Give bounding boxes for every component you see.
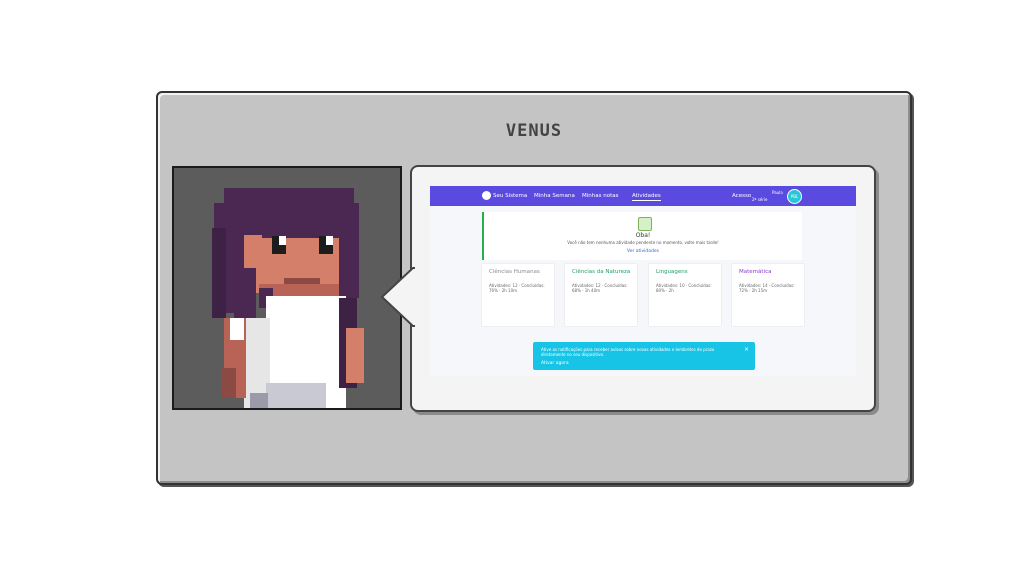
subject-card-ciencias-natureza[interactable]: Ciências da Natureza Atividades: 12 · Co… (565, 264, 637, 326)
nav-item-seu-sistema[interactable]: Seu Sistema (493, 193, 527, 199)
subject-title: Ciências da Natureza (572, 269, 631, 275)
nav-user-grade: 2ª série (752, 197, 768, 202)
pixel-character-sprite (212, 188, 364, 408)
checklist-icon (638, 217, 652, 231)
character-portrait (172, 166, 402, 410)
subject-card-linguagens[interactable]: Linguagens Atividades: 10 · Concluídas: … (649, 264, 721, 326)
subject-title: Matemática (739, 269, 772, 275)
character-name: VENUS (505, 121, 563, 141)
top-navbar: Seu Sistema Minha Semana Minhas notas At… (430, 186, 856, 206)
close-icon[interactable]: × (744, 346, 749, 353)
logo-icon (482, 191, 491, 200)
empty-state-message: Você não tem nenhuma atividade pendente … (567, 240, 719, 245)
subject-detail: Atividades: 12 · Concluídas: 68% · 1h 40… (572, 283, 628, 293)
notification-banner: Ative as notificações para receber aviso… (533, 342, 755, 370)
speech-bubble-tail (380, 267, 416, 327)
subject-detail: Atividades: 10 · Concluídas: 80% · 2h (656, 283, 712, 293)
app-screenshot: Seu Sistema Minha Semana Minhas notas At… (430, 186, 856, 376)
empty-state-title: Oba! (635, 232, 651, 239)
nav-item-minha-semana[interactable]: Minha Semana (534, 193, 575, 199)
character-dialog-panel: VENUS Seu Sistema Minha Semana Minhas no… (156, 91, 912, 485)
nav-access-text[interactable]: Acesso (732, 193, 751, 199)
nav-item-atividades[interactable]: Atividades (632, 193, 661, 201)
subject-card-ciencias-humanas[interactable]: Ciências Humanas Atividades: 12 · Conclu… (482, 264, 554, 326)
subject-card-matematica[interactable]: Matemática Atividades: 14 · Concluídas: … (732, 264, 804, 326)
empty-state-link[interactable]: Ver atividades (484, 249, 802, 254)
empty-state-card: Oba! Você não tem nenhuma atividade pend… (482, 212, 802, 260)
nav-item-minhas-notas[interactable]: Minhas notas (582, 193, 618, 199)
subject-title: Linguagens (656, 269, 688, 275)
speech-bubble: Seu Sistema Minha Semana Minhas notas At… (380, 165, 876, 412)
subject-detail: Atividades: 14 · Concluídas: 72% · 2h 15… (739, 283, 795, 293)
nav-user-name: Paula (772, 190, 783, 195)
user-avatar[interactable]: PBL (787, 189, 802, 204)
subject-detail: Atividades: 12 · Concluídas: 76% · 2h 10… (489, 283, 545, 293)
subject-title: Ciências Humanas (489, 269, 540, 275)
banner-text: Ative as notificações para receber aviso… (541, 347, 715, 357)
banner-link[interactable]: Ativar agora (541, 361, 569, 366)
